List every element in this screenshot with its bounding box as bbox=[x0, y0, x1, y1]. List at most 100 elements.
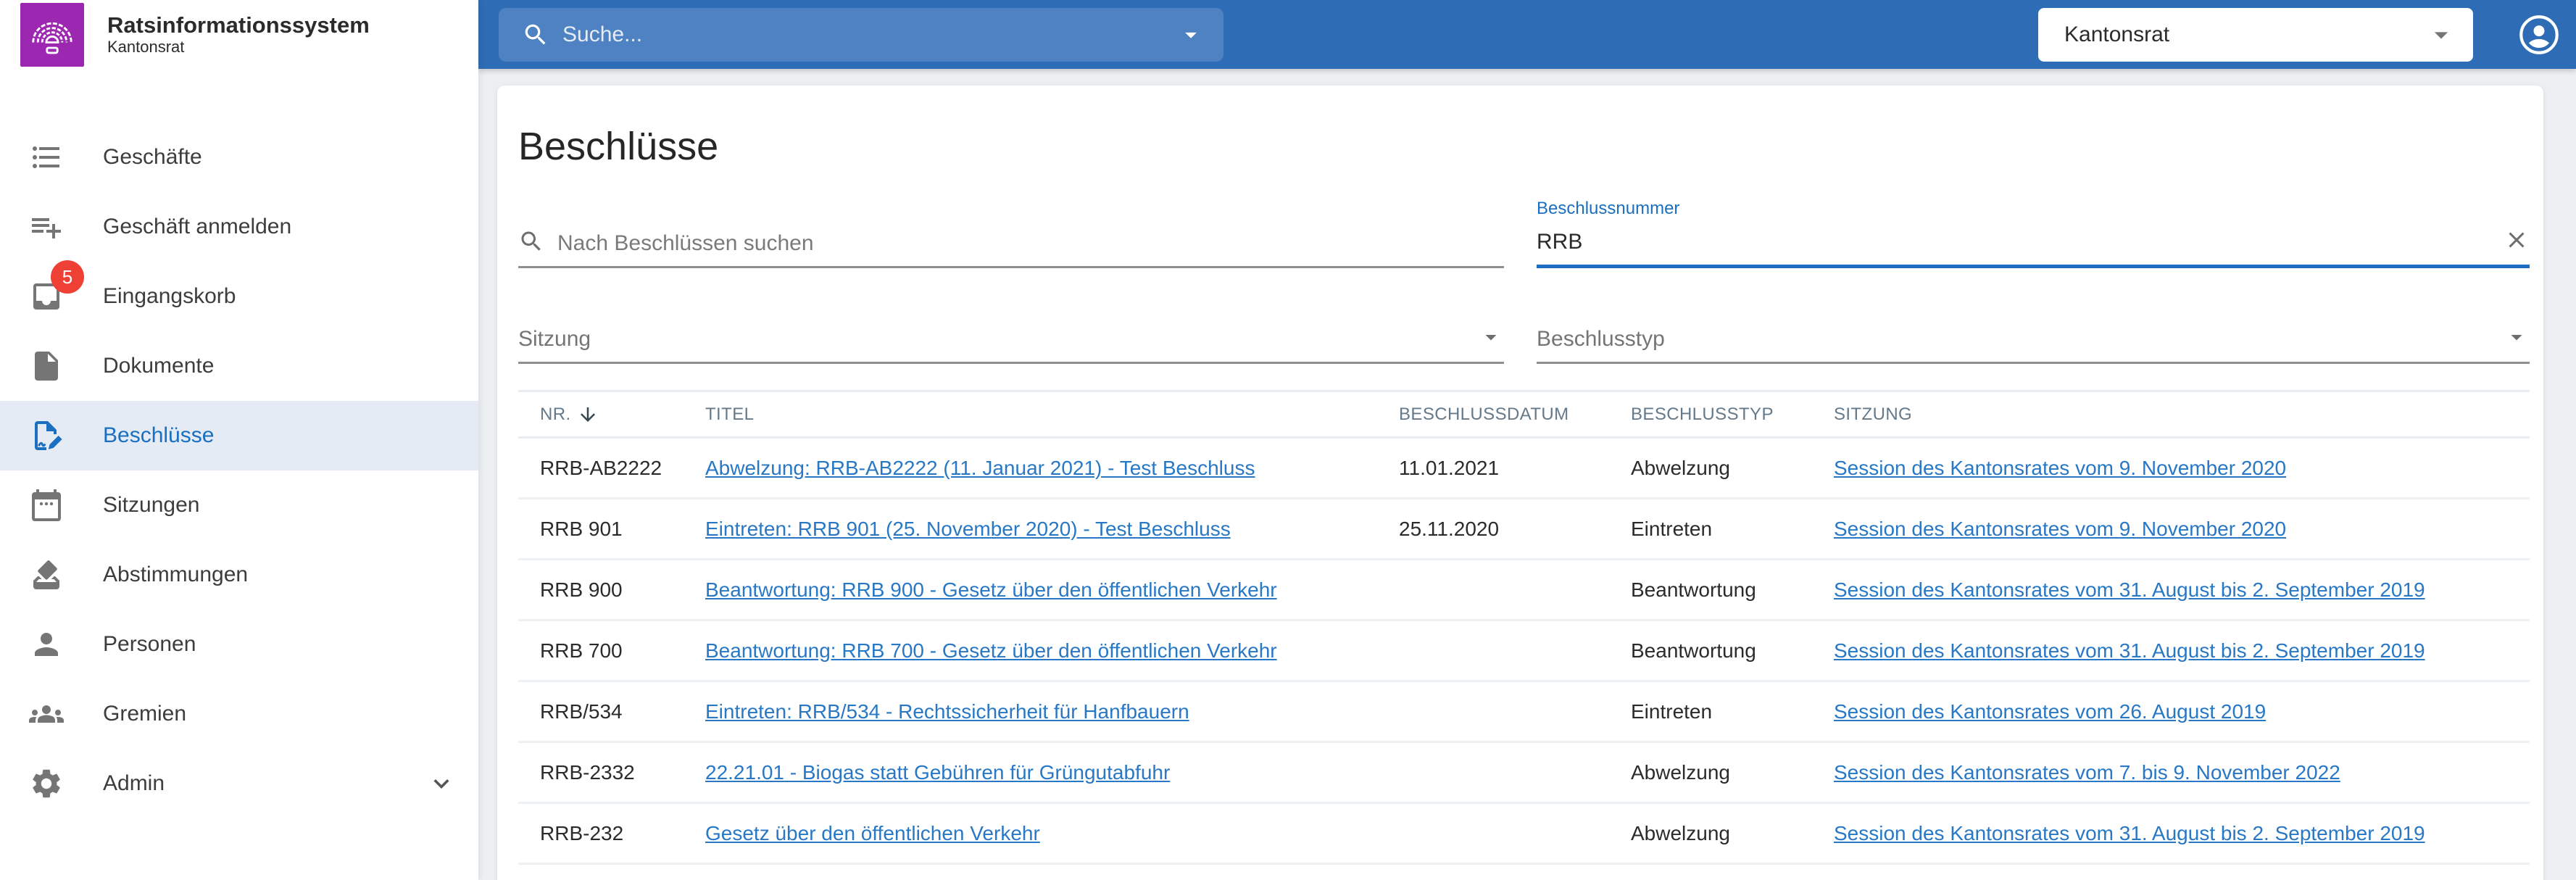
sitzung-link[interactable]: Session des Kantonsrates vom 26. August … bbox=[1834, 700, 2266, 723]
titel-link[interactable]: Eintreten: RRB/534 - Rechtssicherheit fü… bbox=[705, 700, 1189, 723]
group-icon bbox=[29, 697, 64, 731]
cell-beschlussdatum: 25.11.2020 bbox=[1377, 518, 1609, 541]
account-circle-icon[interactable] bbox=[2519, 14, 2559, 55]
sidebar-nav: Geschäfte Geschäft anmelden 5 Eingangsko… bbox=[0, 69, 478, 818]
beschluss-search-input[interactable] bbox=[557, 231, 1504, 256]
sitzung-select-label: Sitzung bbox=[518, 327, 1478, 352]
list-icon bbox=[29, 140, 64, 175]
sitzung-link[interactable]: Session des Kantonsrates vom 31. August … bbox=[1834, 639, 2425, 662]
filter-area: Beschlussnummer Sitzung Beschlusstyp bbox=[518, 193, 2530, 364]
topbar: Kantonsrat bbox=[478, 0, 2576, 69]
titel-link[interactable]: Beantwortung: RRB 700 - Gesetz über den … bbox=[705, 639, 1277, 662]
titel-link[interactable]: 22.21.01 - Biogas statt Gebühren für Grü… bbox=[705, 761, 1170, 784]
main-column: Kantonsrat Beschlüsse Beschlussnummer bbox=[478, 0, 2576, 880]
chevron-down-icon[interactable] bbox=[426, 768, 457, 799]
sitzung-link[interactable]: Session des Kantonsrates vom 7. bis 9. N… bbox=[1834, 761, 2340, 784]
close-icon[interactable] bbox=[2504, 227, 2530, 253]
document-icon bbox=[29, 349, 64, 383]
app-header: Ratsinformationssystem Kantonsrat bbox=[0, 0, 478, 69]
column-header-beschlusstyp[interactable]: BESCHLUSSTYP bbox=[1609, 404, 1812, 425]
sitzung-link[interactable]: Session des Kantonsrates vom 31. August … bbox=[1834, 822, 2425, 844]
caret-down-icon[interactable] bbox=[1177, 21, 1205, 49]
content-area: Beschlüsse Beschlussnummer Sitzung bbox=[478, 69, 2576, 880]
cell-nr: RRB-AB2222 bbox=[518, 457, 684, 480]
sidebar-item-label: Geschäfte bbox=[103, 145, 202, 170]
titel-link[interactable]: Eintreten: RRB 901 (25. November 2020) -… bbox=[705, 518, 1231, 540]
caret-down-icon bbox=[2425, 19, 2457, 51]
sidebar-item-label: Personen bbox=[103, 632, 196, 657]
app-subtitle: Kantonsrat bbox=[107, 38, 370, 57]
sidebar-item-label: Dokumente bbox=[103, 354, 214, 378]
sidebar-item-eingangskorb[interactable]: 5 Eingangskorb bbox=[0, 262, 478, 331]
table-header: NR. TITEL BESCHLUSSDATUM BESCHLUSSTYP SI… bbox=[518, 390, 2530, 439]
titel-link[interactable]: Gesetz über den öffentlichen Verkehr bbox=[705, 822, 1040, 844]
caret-down-icon bbox=[2504, 324, 2530, 350]
app-title: Ratsinformationssystem bbox=[107, 12, 370, 38]
search-icon bbox=[518, 228, 544, 254]
ballot-icon bbox=[29, 557, 64, 592]
column-header-sitzung[interactable]: SITZUNG bbox=[1812, 404, 2530, 425]
sidebar-item-abstimmungen[interactable]: Abstimmungen bbox=[0, 540, 478, 610]
sidebar-item-label: Abstimmungen bbox=[103, 563, 248, 587]
caret-down-icon bbox=[1478, 324, 1504, 350]
person-icon bbox=[29, 627, 64, 662]
sidebar-item-admin[interactable]: Admin bbox=[0, 749, 478, 818]
beschlussnummer-input[interactable] bbox=[1537, 230, 2504, 254]
sitzung-link[interactable]: Session des Kantonsrates vom 31. August … bbox=[1834, 578, 2425, 601]
table-row: RRB/534 Eintreten: RRB/534 - Rechtssiche… bbox=[518, 682, 2530, 743]
sitzung-link[interactable]: Session des Kantonsrates vom 9. November… bbox=[1834, 518, 2286, 540]
search-icon bbox=[522, 21, 549, 49]
cell-nr: RRB/534 bbox=[518, 700, 684, 723]
cell-nr: RRB 900 bbox=[518, 578, 684, 602]
sidebar-item-dokumente[interactable]: Dokumente bbox=[0, 331, 478, 401]
sidebar-item-label: Eingangskorb bbox=[103, 284, 236, 309]
cell-nr: RRB 700 bbox=[518, 639, 684, 663]
beschluesse-card: Beschlüsse Beschlussnummer Sitzung bbox=[497, 86, 2543, 880]
sidebar-item-label: Beschlüsse bbox=[103, 423, 214, 448]
sidebar-item-geschaeft-anmelden[interactable]: Geschäft anmelden bbox=[0, 192, 478, 262]
sidebar-item-gremien[interactable]: Gremien bbox=[0, 679, 478, 749]
beschluss-search-field[interactable] bbox=[518, 193, 1504, 268]
sidebar-item-beschluesse[interactable]: Beschlüsse bbox=[0, 401, 478, 470]
table-row: RRB-AB2222 Abwelzung: RRB-AB2222 (11. Ja… bbox=[518, 439, 2530, 499]
table-row: RRB 700 Beantwortung: RRB 700 - Gesetz ü… bbox=[518, 621, 2530, 682]
cell-nr: RRB-232 bbox=[518, 822, 684, 845]
sidebar-item-geschaefte[interactable]: Geschäfte bbox=[0, 123, 478, 192]
table-row: RRB 900 Beantwortung: RRB 900 - Gesetz ü… bbox=[518, 560, 2530, 621]
cell-beschlusstyp: Abwelzung bbox=[1609, 761, 1812, 784]
column-header-nr[interactable]: NR. bbox=[518, 404, 684, 426]
beschlusstyp-select[interactable]: Beschlusstyp bbox=[1537, 289, 2530, 364]
sidebar: Ratsinformationssystem Kantonsrat Geschä… bbox=[0, 0, 478, 880]
sitzung-select[interactable]: Sitzung bbox=[518, 289, 1504, 364]
sidebar-item-label: Admin bbox=[103, 771, 165, 796]
cell-beschlusstyp: Eintreten bbox=[1609, 518, 1812, 541]
arrow-down-sort-icon bbox=[577, 404, 599, 426]
document-pen-icon bbox=[29, 418, 64, 453]
sidebar-item-personen[interactable]: Personen bbox=[0, 610, 478, 679]
column-header-titel[interactable]: TITEL bbox=[684, 404, 1377, 425]
global-search-input[interactable] bbox=[562, 22, 1177, 47]
titel-link[interactable]: Beantwortung: RRB 900 - Gesetz über den … bbox=[705, 578, 1277, 601]
beschlusstyp-select-label: Beschlusstyp bbox=[1537, 327, 2504, 352]
app-logo bbox=[20, 3, 84, 67]
titel-link[interactable]: Abwelzung: RRB-AB2222 (11. Januar 2021) … bbox=[705, 457, 1255, 479]
column-header-beschlussdatum[interactable]: BESCHLUSSDATUM bbox=[1377, 404, 1609, 425]
unread-count-badge: 5 bbox=[51, 260, 84, 294]
sidebar-item-label: Gremien bbox=[103, 702, 186, 726]
beschlussnummer-label: Beschlussnummer bbox=[1537, 199, 1679, 219]
sidebar-item-sitzungen[interactable]: Sitzungen bbox=[0, 470, 478, 540]
table-row: RRB-232 Gesetz über den öffentlichen Ver… bbox=[518, 804, 2530, 865]
cell-beschlusstyp: Eintreten bbox=[1609, 700, 1812, 723]
table-row: RRB-2332 22.21.01 - Biogas statt Gebühre… bbox=[518, 743, 2530, 804]
cell-nr: RRB 901 bbox=[518, 518, 684, 541]
inbox-icon: 5 bbox=[29, 279, 64, 314]
scope-selector[interactable]: Kantonsrat bbox=[2038, 8, 2473, 62]
sidebar-item-label: Geschäft anmelden bbox=[103, 215, 291, 239]
sitzung-link[interactable]: Session des Kantonsrates vom 9. November… bbox=[1834, 457, 2286, 479]
cell-beschlusstyp: Abwelzung bbox=[1609, 822, 1812, 845]
calendar-icon bbox=[29, 488, 64, 523]
global-search[interactable] bbox=[499, 8, 1223, 62]
beschlussnummer-field[interactable]: Beschlussnummer bbox=[1537, 193, 2530, 268]
gear-icon bbox=[29, 766, 64, 801]
cell-beschlussdatum: 11.01.2021 bbox=[1377, 457, 1609, 480]
